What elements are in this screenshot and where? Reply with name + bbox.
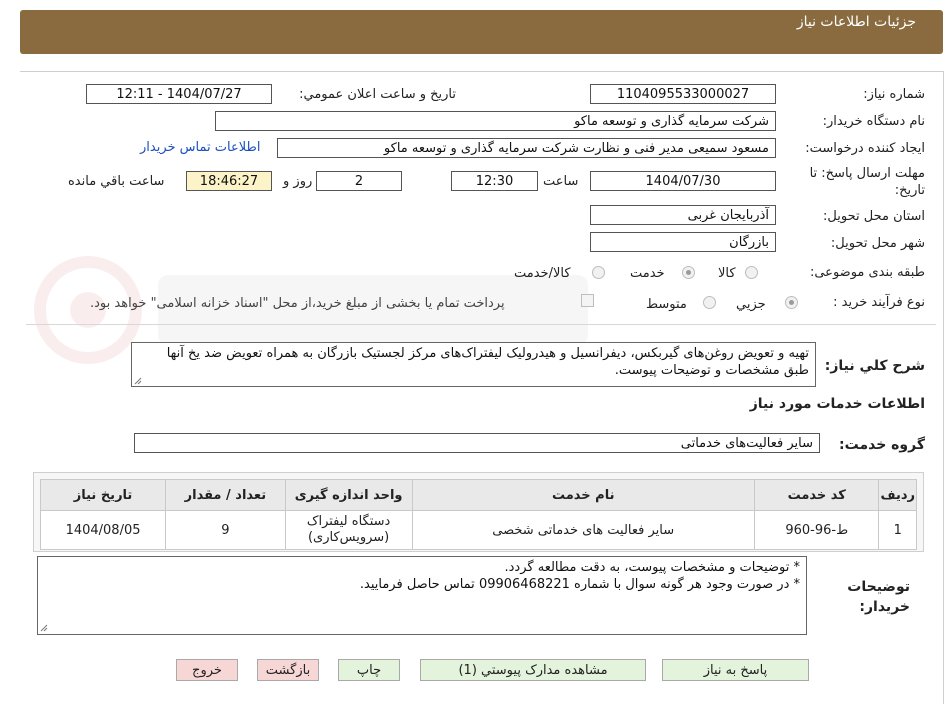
- description-textarea: تهيه و تعويض روغن‌های گيربکس، ديفرانسيل …: [131, 342, 816, 387]
- exit-button[interactable]: خروج: [176, 659, 238, 681]
- table-row: 1 ط-96-960 ساير فعاليت های خدماتی شخصی د…: [39, 510, 917, 550]
- divider: [26, 324, 936, 325]
- treasury-note: پرداخت تمام يا بخشی از مبلغ خريد،از محل …: [90, 296, 505, 311]
- services-section-title: اطلاعات خدمات مورد نياز: [749, 396, 925, 412]
- reply-button[interactable]: پاسخ به نياز: [662, 659, 809, 681]
- need-number-field: 1104095533000027: [590, 84, 776, 104]
- cell-date: 1404/08/05: [39, 510, 167, 550]
- category-option-service: خدمت: [630, 266, 665, 281]
- city-label: شهر محل تحويل:: [830, 236, 925, 251]
- requester-label: ايجاد کننده درخواست:: [805, 141, 925, 156]
- services-table: رديف کد خدمت نام خدمت واحد اندازه گيری ت…: [39, 479, 917, 550]
- category-radio-goods[interactable]: [745, 266, 758, 279]
- buyer-notes-textarea: * توضيحات و مشخصات پيوست، به دقت مطالعه …: [37, 556, 807, 635]
- purchase-radio-medium[interactable]: [703, 296, 716, 309]
- resize-grip-icon[interactable]: [134, 377, 142, 385]
- city-field: بازرگان: [590, 232, 776, 252]
- service-group-label: گروه خدمت:: [839, 437, 925, 453]
- service-group-field: ساير فعاليت‌های خدماتی: [134, 433, 820, 453]
- deadline-days-label: روز و: [283, 174, 313, 189]
- category-option-goods: کالا: [718, 266, 736, 281]
- cell-code: ط-96-960: [753, 510, 880, 550]
- table-header-row: رديف کد خدمت نام خدمت واحد اندازه گيری ت…: [39, 479, 917, 511]
- deadline-days-field: 2: [316, 171, 402, 191]
- col-name: نام خدمت: [411, 479, 755, 511]
- purchase-radio-minor[interactable]: [785, 296, 798, 309]
- purchase-type-label: نوع فرآيند خريد :: [833, 295, 925, 310]
- deadline-date-field: 1404/07/30: [590, 171, 776, 191]
- deadline-time-label: ساعت: [543, 174, 579, 189]
- cell-qty: 9: [165, 510, 286, 550]
- need-number-label: شماره نیاز:: [863, 87, 925, 102]
- treasury-checkbox[interactable]: [581, 294, 594, 307]
- col-date: تاريخ نياز: [39, 479, 167, 511]
- cell-name: ساير فعاليت های خدماتی شخصی: [411, 510, 755, 550]
- province-field: آذربايجان غربی: [590, 205, 776, 225]
- back-button[interactable]: بازگشت: [257, 659, 319, 681]
- category-label: طبقه بندی موضوعی:: [809, 265, 925, 280]
- purchase-option-minor: جزيي: [736, 297, 766, 312]
- resize-grip-icon[interactable]: [40, 624, 48, 632]
- deadline-time-field: 12:30: [451, 171, 538, 191]
- col-unit: واحد اندازه گيری: [284, 479, 413, 511]
- services-table-wrap: رديف کد خدمت نام خدمت واحد اندازه گيری ت…: [33, 472, 924, 552]
- print-button[interactable]: چاپ: [338, 659, 400, 681]
- announce-datetime-label: تاریخ و ساعت اعلان عمومي:: [299, 87, 456, 102]
- page-title: جزئیات اطلاعات نیاز: [796, 14, 916, 30]
- province-label: استان محل تحويل:: [823, 209, 925, 224]
- announce-datetime-field: 1404/07/27 - 12:11: [86, 84, 272, 104]
- col-row: رديف: [878, 479, 917, 511]
- view-attachments-button[interactable]: مشاهده مدارک پيوستي (1): [420, 659, 646, 681]
- purchase-option-medium: متوسط: [646, 297, 687, 312]
- col-code: کد خدمت: [753, 479, 880, 511]
- buyer-note-line: * در صورت وجود هر گونه سوال با شماره 099…: [359, 577, 800, 592]
- remaining-time-label: ساعت باقي مانده: [68, 174, 165, 189]
- buyer-org-field: شرکت سرمايه گذاری و توسعه ماکو: [215, 111, 776, 131]
- deadline-label: مهلت ارسال پاسخ: تا تاريخ:: [809, 166, 925, 198]
- description-label: شرح کلي نياز:: [824, 358, 925, 374]
- category-radio-service[interactable]: [682, 266, 695, 279]
- cell-row: 1: [878, 510, 917, 550]
- buyer-org-label: نام دستگاه خريدار:: [822, 114, 925, 129]
- category-option-goods-service: کالا/خدمت: [514, 266, 571, 281]
- cell-unit: دستگاه ليفتراک (سرويس‌کاری): [284, 510, 413, 550]
- remaining-time-field: 18:46:27: [186, 171, 272, 191]
- category-radio-goods-service[interactable]: [592, 266, 605, 279]
- description-text: تهيه و تعويض روغن‌های گيربکس، ديفرانسيل …: [166, 346, 809, 378]
- buyer-note-line: * توضيحات و مشخصات پيوست، به دقت مطالعه …: [504, 560, 800, 575]
- buyer-notes-label: توضيحات خريدار:: [847, 579, 910, 615]
- col-qty: تعداد / مقدار: [165, 479, 286, 511]
- buyer-contact-link[interactable]: اطلاعات تماس خريدار: [140, 140, 260, 155]
- requester-field: مسعود سميعی مدير فنی و نظارت شرکت سرمايه…: [277, 138, 776, 158]
